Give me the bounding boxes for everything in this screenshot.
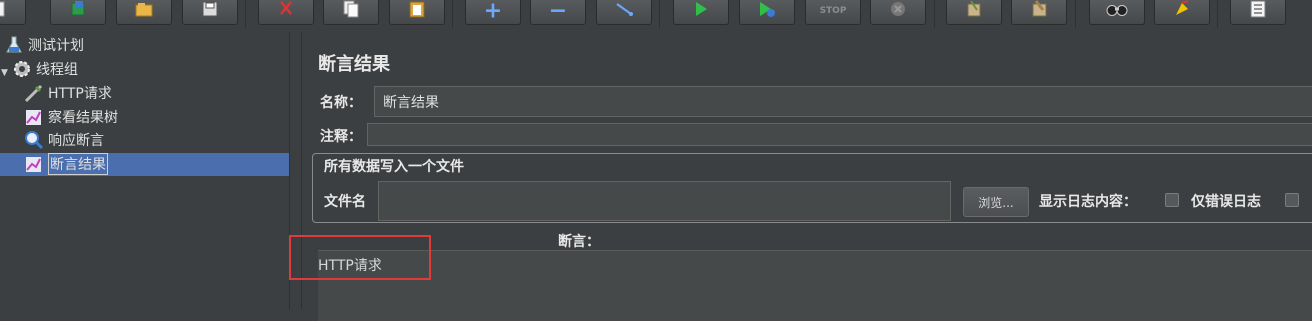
comment-field[interactable] <box>367 123 1312 146</box>
tree-item-label: 测试计划 <box>28 38 84 54</box>
name-label: 名称： <box>320 95 362 111</box>
tree-item-response-assertion[interactable]: 响应断言 <box>24 129 104 151</box>
start-icon <box>694 1 708 21</box>
tree-item-label: 断言结果 <box>48 153 108 175</box>
shutdown-icon <box>890 1 906 21</box>
expand-icon: + <box>483 0 503 24</box>
open-icon <box>134 1 154 21</box>
test-plan-icon <box>4 35 24 55</box>
clear-button[interactable] <box>946 0 1002 25</box>
new-button[interactable] <box>0 0 26 25</box>
clear-icon <box>965 0 983 22</box>
tree-item-label: 察看结果树 <box>48 110 118 126</box>
templates-icon <box>69 1 87 21</box>
toggle-icon <box>615 1 633 21</box>
write-to-file-legend: 所有数据写入一个文件 <box>320 156 468 176</box>
assertions-header: 断言： <box>558 234 600 250</box>
clear-all-icon <box>1029 0 1049 22</box>
panel-title: 断言结果 <box>318 54 390 75</box>
new-icon <box>0 1 5 21</box>
start-no-pause-icon <box>758 1 776 21</box>
clear-all-button[interactable] <box>1011 0 1067 25</box>
copy-icon <box>342 0 360 22</box>
browse-button[interactable]: 浏览... <box>963 187 1029 217</box>
log-display-label: 显示日志内容： <box>1039 194 1137 210</box>
tree-item-label: 线程组 <box>36 62 78 78</box>
function-helper-icon <box>1250 0 1266 22</box>
name-value: 断言结果 <box>383 94 439 111</box>
start-no-pause-button[interactable] <box>739 0 795 25</box>
cut-icon <box>277 0 295 22</box>
cut-button[interactable] <box>258 0 314 25</box>
reset-search-icon <box>1173 0 1191 22</box>
save-button[interactable] <box>182 0 238 25</box>
expand-arrow-icon[interactable]: ▼ <box>1 68 8 78</box>
tree-item-label: 响应断言 <box>48 133 104 149</box>
shutdown-button[interactable] <box>870 0 926 25</box>
assertion-results-list[interactable] <box>318 250 1312 321</box>
templates-button[interactable] <box>50 0 106 25</box>
collapse-icon: − <box>548 0 568 24</box>
successes-checkbox[interactable] <box>1285 193 1299 207</box>
tree-item-thread-group[interactable]: 线程组 <box>12 58 78 80</box>
filename-input[interactable] <box>378 181 951 221</box>
annotation-highlight-box <box>289 235 431 280</box>
errors-only-label: 仅错误日志 <box>1191 194 1261 210</box>
assertion-results-panel: 断言结果 名称： 断言结果 注释： 所有数据写入一个文件 文件名 浏览... 显… <box>302 32 1312 321</box>
tree-item-test-plan[interactable]: 测试计划 <box>4 34 84 56</box>
collapse-button[interactable]: − <box>530 0 586 25</box>
paste-button[interactable] <box>389 0 445 25</box>
tree-item-assertion-results[interactable]: 断言结果 <box>24 153 108 175</box>
comment-label: 注释： <box>320 129 362 145</box>
filename-label: 文件名 <box>324 194 366 210</box>
save-icon <box>202 1 218 21</box>
name-field[interactable]: 断言结果 <box>374 86 1312 117</box>
http-sampler-icon <box>24 83 44 103</box>
search-icon <box>1106 2 1128 21</box>
function-helper-button[interactable] <box>1230 0 1286 25</box>
toggle-button[interactable] <box>596 0 652 25</box>
listener-icon <box>24 154 44 174</box>
open-button[interactable] <box>116 0 172 25</box>
tree-item-view-results-tree[interactable]: 察看结果树 <box>24 106 118 128</box>
stop-button[interactable]: STOP <box>805 0 861 25</box>
expand-button[interactable]: + <box>465 0 521 25</box>
thread-group-icon <box>12 59 32 79</box>
errors-only-checkbox[interactable] <box>1165 193 1179 207</box>
toolbar: + − STOP <box>0 0 1312 32</box>
paste-icon <box>409 0 425 22</box>
tree-item-http-request[interactable]: HTTP请求 <box>24 82 112 104</box>
search-button[interactable] <box>1089 0 1145 25</box>
stop-icon: STOP <box>819 6 847 16</box>
start-button[interactable] <box>673 0 729 25</box>
tree-item-label: HTTP请求 <box>48 86 112 102</box>
reset-search-button[interactable] <box>1154 0 1210 25</box>
copy-button[interactable] <box>323 0 379 25</box>
listener-icon <box>24 107 44 127</box>
assertion-icon <box>24 130 44 150</box>
